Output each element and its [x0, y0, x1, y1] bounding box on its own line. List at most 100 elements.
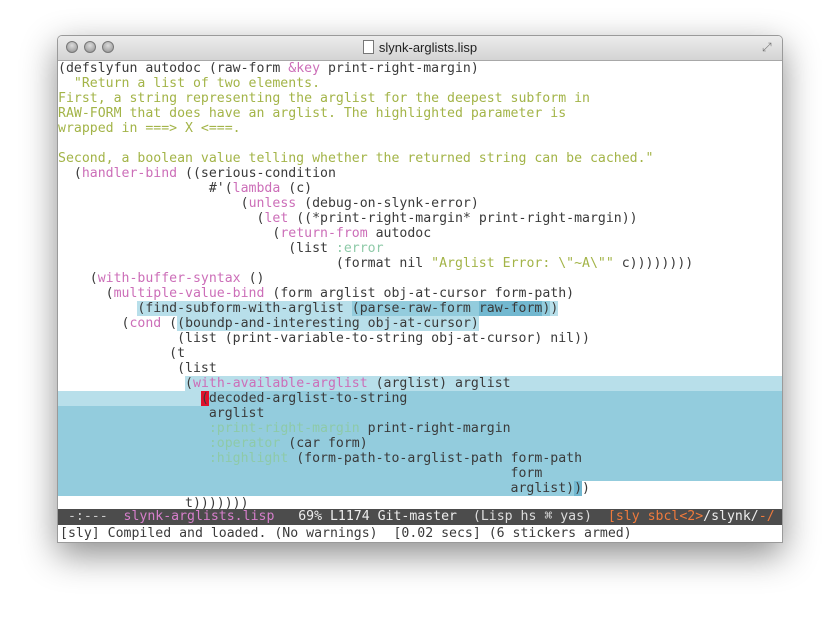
code-token: (arglist) arglist [367, 376, 782, 391]
code-line: (handler-bind ((serious-condition [58, 166, 782, 181]
code-line: Second, a boolean value telling whether … [58, 151, 782, 166]
code-line: (format nil "Arglist Error: \"~A\"" c)))… [58, 256, 782, 271]
modeline-modes[interactable]: (Lisp hs ⌘ yas) [473, 509, 592, 524]
code-line: :operator (car form) [58, 436, 782, 451]
code-token: ( [185, 376, 193, 391]
modeline-tail: -/ [758, 509, 775, 524]
code-line: :print-right-margin print-right-margin [58, 421, 782, 436]
code-token: ( [58, 211, 265, 226]
code-token: :highlight [208, 451, 289, 466]
code-token: () [240, 271, 265, 286]
code-token: cond [129, 316, 162, 331]
code-line: (unless (debug-on-slynk-error) [58, 196, 782, 211]
code-line: :highlight (form-path-to-arglist-path fo… [58, 451, 782, 466]
code-token: raw-form [478, 301, 543, 316]
code-token: ((*print-right-margin* print-right-margi… [288, 211, 638, 226]
code-token: ) [582, 481, 590, 496]
code-token: Second, a boolean value telling whether … [58, 151, 654, 166]
code-token: (car form) [280, 436, 368, 451]
code-token: :error [335, 241, 384, 256]
code-line: (let ((*print-right-margin* print-right-… [58, 211, 782, 226]
code-token: decoded-arglist-to-string [208, 391, 408, 406]
code-line: (return-from autodoc [58, 226, 782, 241]
code-token: "Arglist Error: \"~A\"" [431, 256, 614, 271]
code-token: (form arglist obj-at-cursor form-path) [264, 286, 575, 301]
code-token: c)))))))) [613, 256, 694, 271]
modeline-impl[interactable]: sbcl<2> [640, 509, 704, 524]
code-token: (list [58, 241, 336, 256]
code-line: form [58, 466, 782, 481]
mode-line: -:--- slynk-arglists.lisp 69% L1174 Git-… [58, 509, 782, 525]
modeline-status: -:--- [60, 509, 124, 524]
modeline-buffer-name[interactable]: slynk-arglists.lisp [124, 509, 275, 524]
code-token: &key [288, 61, 321, 76]
code-token: ( [58, 196, 249, 211]
code-token: let [264, 211, 289, 226]
code-token: with-available-arglist [193, 376, 368, 391]
code-line: arglist))) [58, 481, 782, 496]
code-token: :print-right-margin [208, 421, 360, 436]
window-title: slynk-arglists.lisp [378, 40, 478, 55]
code-token: lambda [232, 181, 281, 196]
code-line: (list :error [58, 241, 782, 256]
code-token: ( [58, 316, 130, 331]
code-token: autodoc [367, 226, 432, 241]
code-token: First, a string representing the arglist… [58, 91, 590, 106]
code-line: (t [58, 346, 782, 361]
code-token: #'( [58, 181, 233, 196]
code-token: (c) [280, 181, 313, 196]
code-line: (list [58, 361, 782, 376]
code-token: (find-subform-with-arglist [137, 301, 352, 316]
code-token: (list [58, 361, 217, 376]
editor-buffer[interactable]: (defslyfun autodoc (raw-form &key print-… [58, 61, 782, 511]
code-token: (t [58, 346, 186, 361]
code-token: return-from [280, 226, 368, 241]
code-token: ) [574, 481, 583, 496]
modeline-path: /slynk/ [703, 509, 759, 524]
code-token: print-right-margin [359, 421, 511, 436]
code-token: (debug-on-slynk-error) [296, 196, 479, 211]
code-token: :operator [208, 436, 281, 451]
code-line: RAW-FORM that does have an arglist. The … [58, 106, 782, 121]
code-line: #'(lambda (c) [58, 181, 782, 196]
code-token: RAW-FORM that does have an arglist. The … [58, 106, 567, 121]
emacs-window: slynk-arglists.lisp ⤢ (defslyfun autodoc… [57, 35, 783, 543]
code-line: (find-subform-with-arglist (parse-raw-fo… [58, 301, 782, 316]
echo-area: [sly] Compiled and loaded. (No warnings)… [60, 526, 632, 541]
code-token: ( [58, 166, 82, 181]
code-line: arglist [58, 406, 782, 421]
code-token: "Return a list of two elements. [58, 76, 321, 91]
modeline-sly-bracket: [ [591, 509, 616, 524]
code-line: First, a string representing the arglist… [58, 91, 782, 106]
code-token: arglist [58, 406, 265, 421]
fullscreen-icon[interactable]: ⤢ [762, 40, 776, 54]
modeline-sly[interactable]: sly [616, 509, 640, 524]
code-line: (decoded-arglist-to-string [58, 391, 782, 406]
code-token: (list (print-variable-to-string obj-at-c… [58, 331, 590, 346]
code-token: (parse-raw-form [351, 301, 479, 316]
code-line: (defslyfun autodoc (raw-form &key print-… [58, 61, 782, 76]
code-token: handler-bind [81, 166, 178, 181]
code-line: (with-available-arglist (arglist) arglis… [58, 376, 782, 391]
code-token: (form-path-to-arglist-path form-path [288, 451, 583, 466]
code-token: unless [248, 196, 297, 211]
code-token: with-buffer-syntax [97, 271, 241, 286]
title-bar: slynk-arglists.lisp ⤢ [58, 36, 782, 61]
code-line: (multiple-value-bind (form arglist obj-a… [58, 286, 782, 301]
code-line: (list (print-variable-to-string obj-at-c… [58, 331, 782, 346]
code-token: (boundp-and-interesting obj-at-cursor) [177, 316, 479, 331]
code-line: wrapped in ===> X <===. [58, 121, 782, 136]
code-line: (cond ((boundp-and-interesting obj-at-cu… [58, 316, 782, 331]
modeline-position: 69% L1174 Git-master [274, 509, 473, 524]
document-icon [362, 40, 374, 54]
code-token [58, 391, 201, 406]
code-token: print-right-margin) [320, 61, 479, 76]
code-token: ( [58, 226, 281, 241]
code-token: ( [58, 271, 98, 286]
code-line: (with-buffer-syntax () [58, 271, 782, 286]
code-token: multiple-value-bind [113, 286, 265, 301]
code-token: ( [58, 286, 114, 301]
